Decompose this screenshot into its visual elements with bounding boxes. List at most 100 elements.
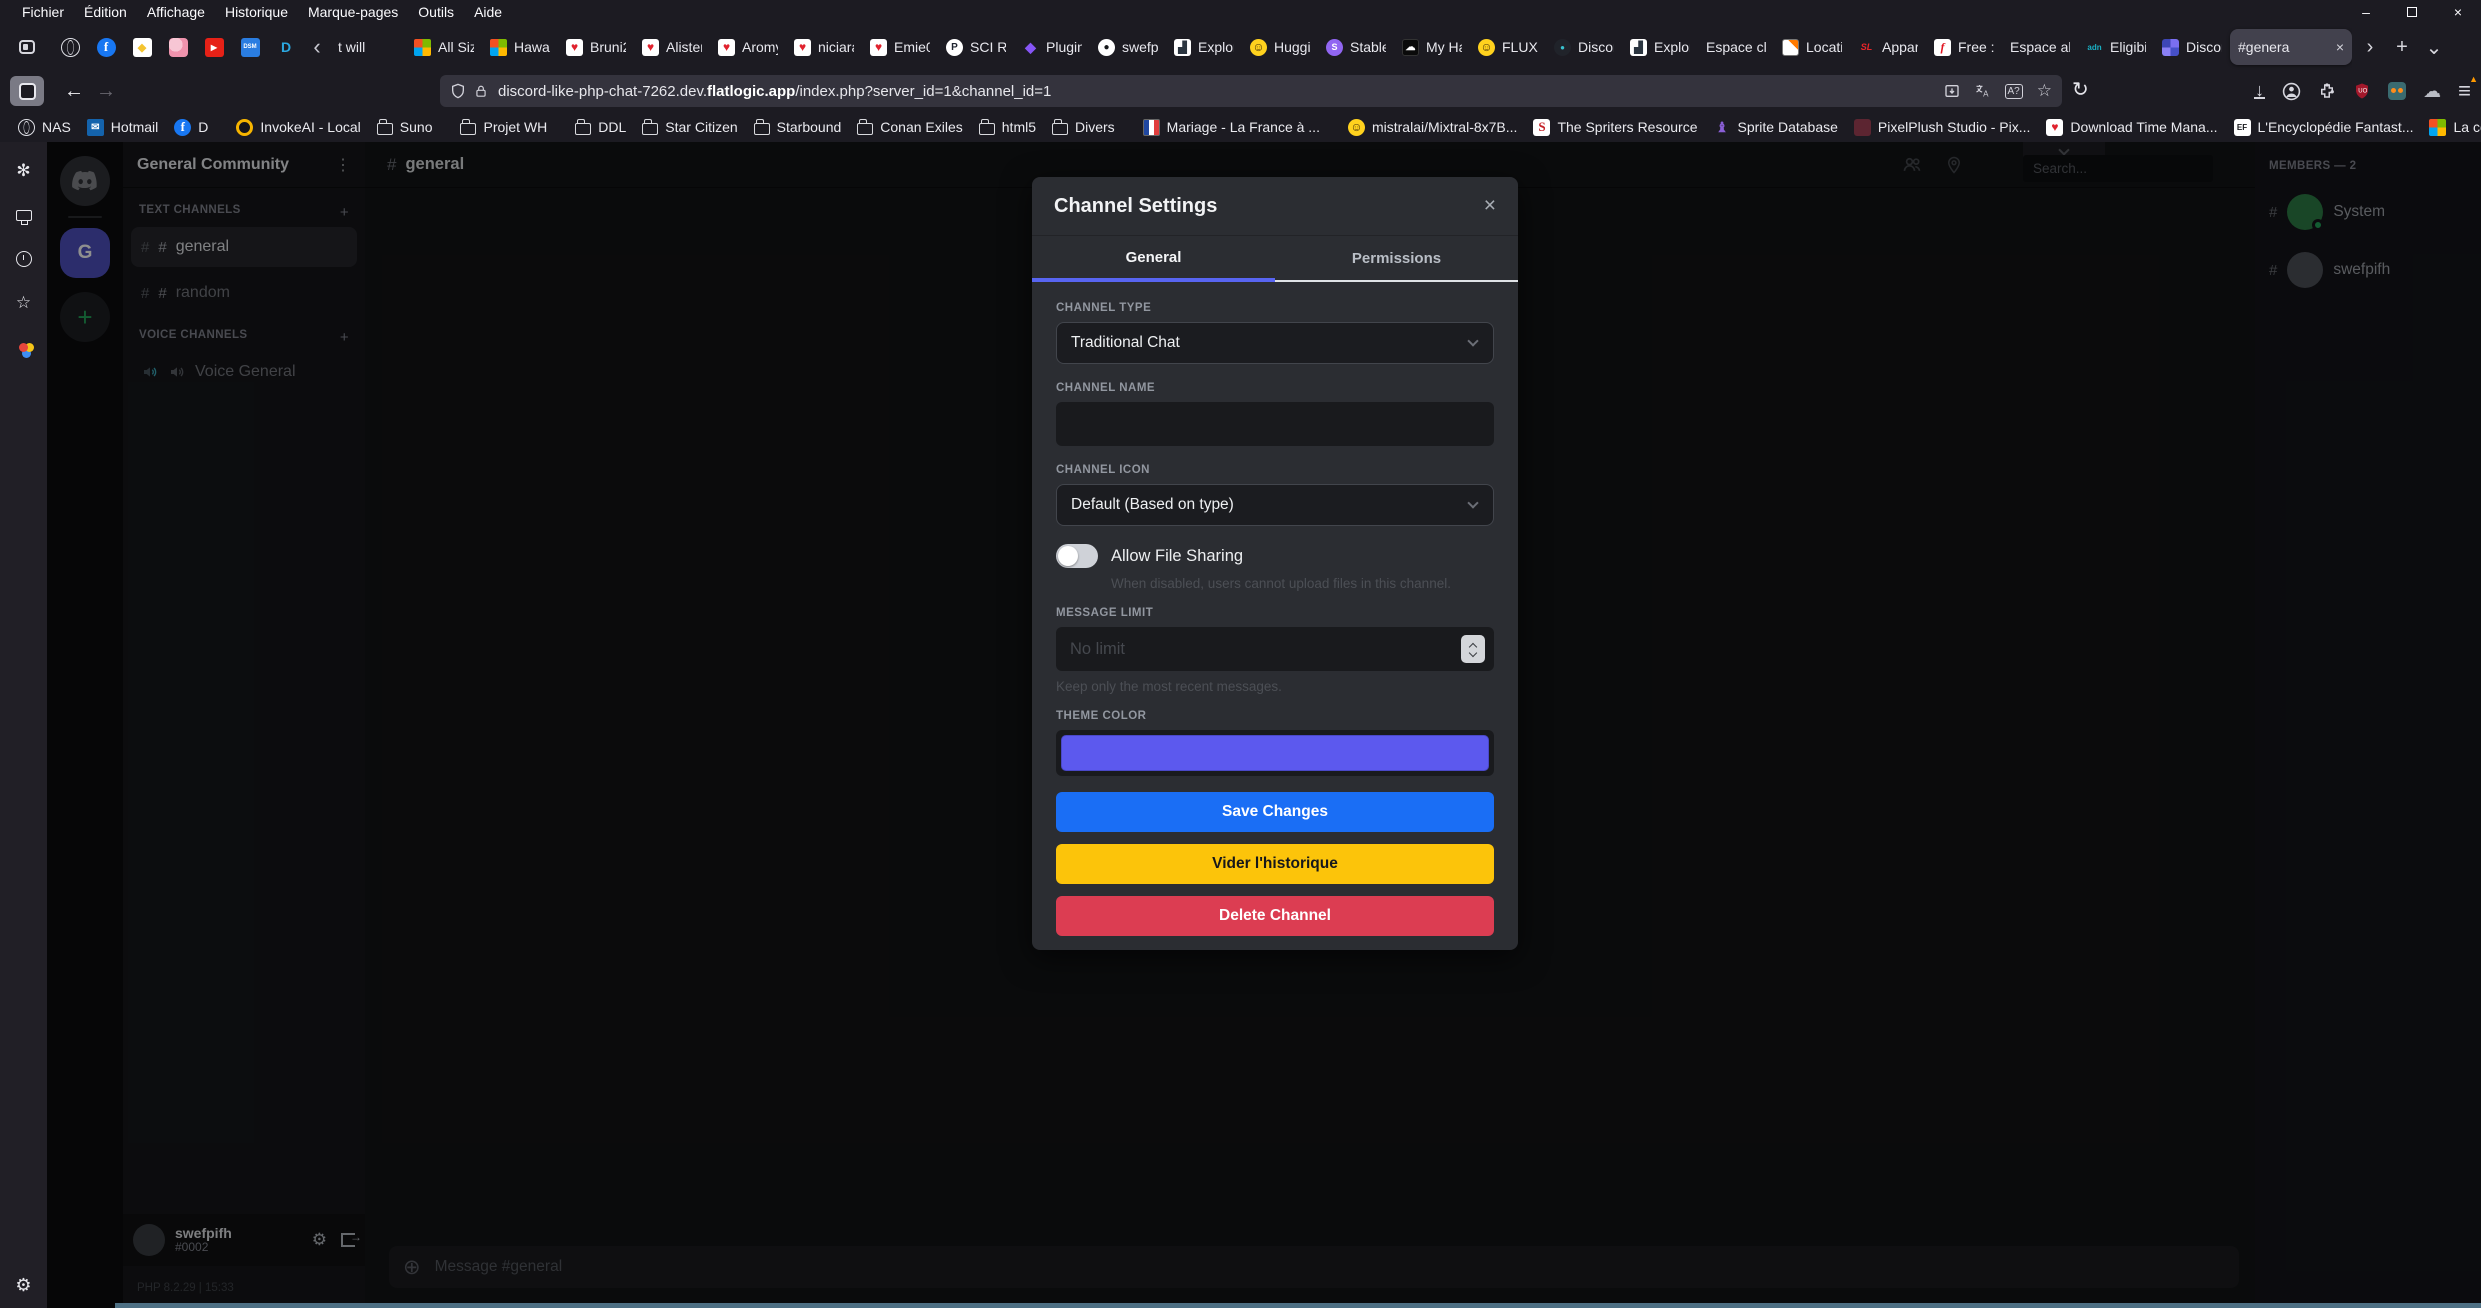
- bookmark-item[interactable]: Starbound: [746, 117, 850, 137]
- browser-tab[interactable]: Stable: [1318, 29, 1394, 65]
- list-all-tabs-button[interactable]: ⌄: [2418, 30, 2450, 64]
- menu-edition[interactable]: Édition: [74, 2, 137, 22]
- bookmark-item[interactable]: Conan Exiles: [849, 117, 971, 137]
- modal-close-icon[interactable]: ×: [1484, 194, 1496, 218]
- menu-affichage[interactable]: Affichage: [137, 2, 215, 22]
- menu-marque-pages[interactable]: Marque-pages: [298, 2, 408, 22]
- pinned-tab-3[interactable]: [124, 29, 160, 65]
- bookmark-item[interactable]: mistralai/Mixtral-8x7B...: [1340, 117, 1525, 138]
- channel-icon-select[interactable]: Default (Based on type): [1056, 484, 1494, 526]
- browser-tab[interactable]: SCI RE: [938, 29, 1014, 65]
- browser-tab[interactable]: Plugin: [1014, 29, 1090, 65]
- new-tab-button[interactable]: +: [2386, 30, 2418, 64]
- bookmark-item[interactable]: InvokeAI - Local: [228, 117, 368, 138]
- browser-tab[interactable]: Eligibi: [2078, 29, 2154, 65]
- save-changes-button[interactable]: Save Changes: [1056, 792, 1494, 832]
- browser-tab[interactable]: All Siz: [406, 29, 482, 65]
- account-button[interactable]: [2282, 82, 2301, 101]
- reload-button[interactable]: ↻: [2072, 77, 2089, 102]
- scroll-tabs-right-button[interactable]: ›: [2354, 30, 2386, 64]
- browser-tab[interactable]: Locati: [1774, 29, 1850, 65]
- pinned-tab-1[interactable]: [52, 29, 88, 65]
- browser-tab[interactable]: Discor: [1546, 29, 1622, 65]
- browser-tab[interactable]: Huggi: [1242, 29, 1318, 65]
- bookmark-item[interactable]: DDL: [567, 117, 634, 137]
- browser-tab[interactable]: Alister: [634, 29, 710, 65]
- tab-close-icon[interactable]: ×: [2334, 39, 2344, 55]
- translate-icon[interactable]: A: [1974, 83, 1991, 99]
- browser-tab[interactable]: #genera ×: [2230, 29, 2352, 65]
- pinned-tab-6[interactable]: [232, 29, 268, 65]
- bookmark-item[interactable]: Hotmail: [79, 117, 166, 138]
- minimize-button[interactable]: –: [2343, 0, 2389, 24]
- firefox-view-button[interactable]: [8, 30, 46, 64]
- close-window-button[interactable]: ×: [2435, 0, 2481, 24]
- ai-chatbot-icon[interactable]: ✻: [13, 160, 35, 182]
- userscript-manager-icon[interactable]: [2388, 82, 2406, 100]
- browser-tab[interactable]: Hawai: [482, 29, 558, 65]
- bookmark-item[interactable]: Star Citizen: [634, 117, 745, 137]
- dictionary-icon[interactable]: A?: [2005, 84, 2023, 99]
- ublock-icon[interactable]: UO: [2353, 82, 2371, 100]
- url-bar[interactable]: discord-like-php-chat-7262.dev.flatlogic…: [440, 75, 2062, 107]
- channel-name-input[interactable]: [1056, 402, 1494, 446]
- menu-outils[interactable]: Outils: [408, 2, 464, 22]
- channel-type-select[interactable]: Traditional Chat: [1056, 322, 1494, 364]
- save-to-pocket-icon[interactable]: [1944, 83, 1960, 99]
- menu-fichier[interactable]: Fichier: [12, 2, 74, 22]
- browser-tab[interactable]: FLUX.2: [1470, 29, 1546, 65]
- file-sharing-toggle[interactable]: [1056, 544, 1098, 568]
- bookmark-item[interactable]: La connexion Wifi et E...: [2421, 117, 2481, 138]
- number-spinner[interactable]: [1461, 635, 1485, 663]
- bookmark-item[interactable]: NAS: [10, 117, 79, 138]
- forward-button[interactable]: →: [90, 75, 122, 107]
- extensions-icon[interactable]: [2318, 82, 2336, 100]
- bookmark-item[interactable]: Mariage - La France à ...: [1135, 117, 1328, 138]
- tab-general[interactable]: General: [1032, 236, 1275, 282]
- browser-tab[interactable]: Espace abo: [2002, 29, 2078, 65]
- browser-tab[interactable]: My Ha: [1394, 29, 1470, 65]
- delete-channel-button[interactable]: Delete Channel: [1056, 896, 1494, 936]
- pinned-tab-4[interactable]: [160, 29, 196, 65]
- browser-tab[interactable]: Free :: [1926, 29, 2002, 65]
- bookmark-item[interactable]: Projet WH: [452, 117, 555, 137]
- bookmark-item[interactable]: Sprite Database: [1706, 117, 1846, 138]
- tab-permissions[interactable]: Permissions: [1275, 236, 1518, 282]
- browser-tab[interactable]: Emie0: [862, 29, 938, 65]
- pinned-tab-2[interactable]: [88, 29, 124, 65]
- bookmark-item[interactable]: The Spriters Resource: [1525, 117, 1705, 138]
- browser-tab[interactable]: Espace clie: [1698, 29, 1774, 65]
- bookmarks-icon[interactable]: ☆: [13, 292, 35, 314]
- theme-color-input[interactable]: [1056, 730, 1494, 776]
- cloud-icon[interactable]: ☁: [2423, 81, 2441, 102]
- menu-historique[interactable]: Historique: [215, 2, 298, 22]
- bookmark-item[interactable]: PixelPlush Studio - Pix...: [1846, 117, 2039, 138]
- pinned-tab-5[interactable]: [196, 29, 232, 65]
- bookmark-item[interactable]: L'Encyclopédie Fantast...: [2226, 117, 2422, 138]
- maximize-button[interactable]: [2389, 0, 2435, 24]
- history-icon[interactable]: [13, 248, 35, 270]
- scroll-tabs-left-button[interactable]: ‹: [304, 29, 330, 65]
- message-limit-input[interactable]: No limit: [1056, 627, 1494, 671]
- browser-tab[interactable]: Bruni2: [558, 29, 634, 65]
- bookmark-item[interactable]: Divers: [1044, 117, 1123, 137]
- bookmark-star-icon[interactable]: ☆: [2037, 81, 2052, 101]
- bookmark-item[interactable]: Download Time Mana...: [2038, 117, 2225, 138]
- synced-tabs-icon[interactable]: [13, 204, 35, 226]
- browser-tab[interactable]: Discor: [2154, 29, 2230, 65]
- bookmark-item[interactable]: html5: [971, 117, 1044, 137]
- sidebar-toggle-button[interactable]: [10, 76, 44, 106]
- browser-tab[interactable]: t will: [330, 29, 406, 65]
- browser-tab[interactable]: Appar: [1850, 29, 1926, 65]
- browser-tab[interactable]: Aromy: [710, 29, 786, 65]
- downloads-button[interactable]: ↓: [2254, 83, 2265, 99]
- pinned-tab-7[interactable]: [268, 29, 304, 65]
- back-button[interactable]: ←: [58, 75, 90, 107]
- browser-tab[interactable]: Explor: [1166, 29, 1242, 65]
- app-menu-button[interactable]: ≡: [2458, 78, 2471, 104]
- extension-palette-icon[interactable]: [13, 336, 35, 358]
- bookmark-item[interactable]: Suno: [369, 117, 441, 137]
- browser-tab[interactable]: Explor: [1622, 29, 1698, 65]
- browser-tab[interactable]: swefpi: [1090, 29, 1166, 65]
- bookmark-item[interactable]: D: [166, 117, 216, 138]
